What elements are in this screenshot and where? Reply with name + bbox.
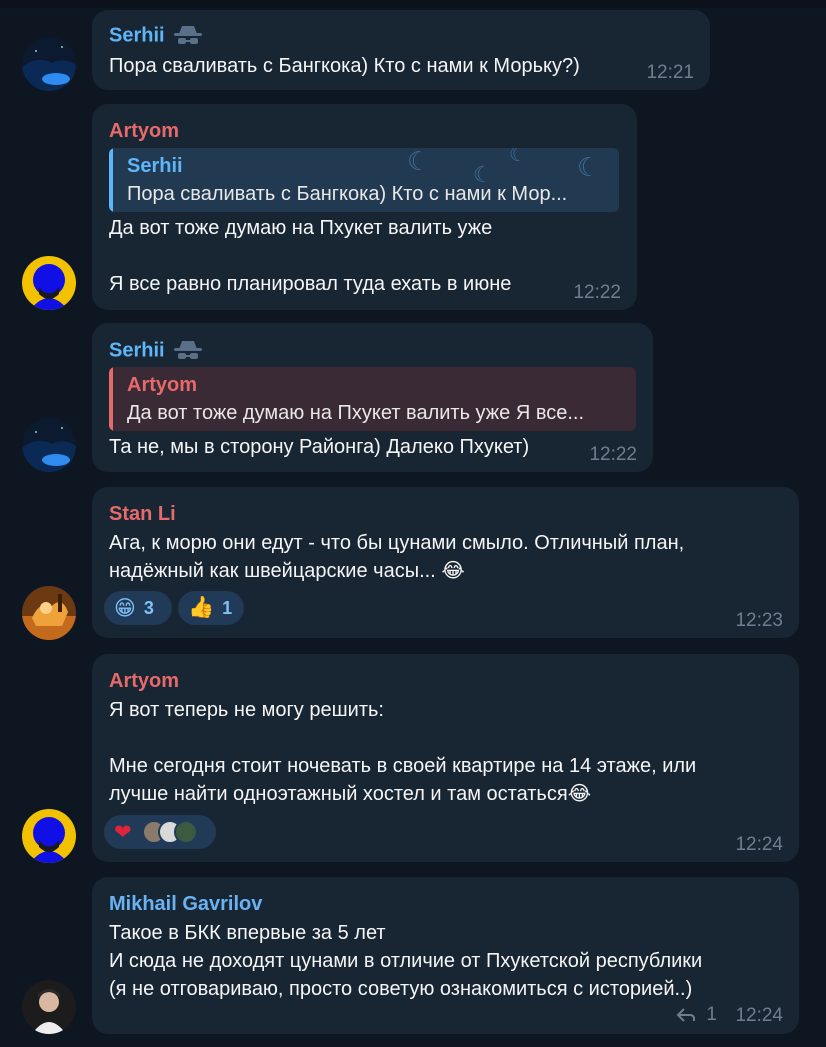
reply-quote[interactable]: ☾ ☾ ☾ ☾ Serhii Пора сваливать с Бангкока… bbox=[109, 148, 619, 212]
avatar-serhii[interactable] bbox=[22, 418, 76, 472]
reply-arrow-icon bbox=[677, 1008, 696, 1022]
message-time: 12:23 bbox=[735, 610, 783, 631]
reply-text: Да вот тоже думаю на Пхукет валить уже Я… bbox=[127, 402, 585, 424]
reply-bar bbox=[109, 367, 113, 431]
replies-count: 1 bbox=[706, 1004, 717, 1025]
avatar-artyom[interactable] bbox=[22, 256, 76, 310]
message-bubble[interactable]: Serhii Пора сваливать с Бангкока) Кто с … bbox=[92, 10, 710, 90]
sender-label[interactable]: Serhii bbox=[109, 339, 165, 361]
sender-name[interactable]: Stan Li bbox=[109, 503, 176, 526]
message-time: 12:21 bbox=[646, 62, 694, 83]
spy-emoji-icon bbox=[173, 26, 202, 44]
avatar-serhii[interactable] bbox=[22, 37, 76, 91]
reaction-count: 1 bbox=[222, 597, 233, 618]
message-text: Такое в БКК впервые за 5 лет bbox=[109, 922, 386, 944]
grinning-face-icon: 😁 bbox=[114, 596, 136, 620]
message-text: надёжный как швейцарские часы... 😂 bbox=[109, 557, 465, 585]
avatar-stan-li[interactable] bbox=[22, 586, 76, 640]
reaction-heart[interactable]: ❤ bbox=[104, 815, 216, 849]
reply-name: Artyom bbox=[127, 374, 198, 396]
message-bubble[interactable]: Mikhail Gavrilov Такое в БКК впервые за … bbox=[92, 877, 799, 1034]
reaction-count: 3 bbox=[143, 597, 154, 618]
message-text: Ага, к морю они едут - что бы цунами смы… bbox=[109, 532, 685, 554]
reply-bar bbox=[109, 148, 113, 212]
moon-pattern-icon: ☾ bbox=[509, 148, 527, 166]
reply-name: Serhii bbox=[127, 155, 183, 177]
sender-name[interactable]: Mikhail Gavrilov bbox=[109, 893, 262, 916]
message-text: (я не отговариваю, просто советую ознако… bbox=[109, 978, 693, 1000]
reactor-avatar bbox=[173, 820, 198, 844]
thumbs-up-icon: 👍 bbox=[188, 596, 215, 619]
replies-indicator[interactable]: 1 bbox=[676, 1004, 717, 1026]
laughing-emoji-icon: 😂 bbox=[567, 783, 592, 805]
reply-quote[interactable]: Artyom Да вот тоже думаю на Пхукет валит… bbox=[109, 367, 636, 431]
moon-pattern-icon: ☾ bbox=[473, 162, 493, 187]
message-text-fragment: надёжный как швейцарские часы... bbox=[109, 560, 436, 582]
message-text: Мне сегодня стоит ночевать в своей кварт… bbox=[109, 755, 697, 777]
message-time: 12:24 bbox=[735, 1005, 783, 1026]
spy-emoji-icon bbox=[173, 341, 202, 359]
avatar-artyom[interactable] bbox=[22, 809, 76, 863]
message-text-fragment: лучше найти одноэтажный хостел и там ост… bbox=[109, 783, 568, 805]
message-bubble[interactable]: Artyom ☾ ☾ ☾ ☾ Serhii Пора сваливать с Б… bbox=[92, 104, 637, 310]
sender-name[interactable]: Serhii bbox=[109, 339, 205, 363]
message-time: 12:22 bbox=[573, 282, 621, 303]
moon-pattern-icon: ☾ bbox=[407, 148, 431, 176]
avatar-mikhail-gavrilov[interactable] bbox=[22, 980, 76, 1034]
message-text: Я вот теперь не могу решить: bbox=[109, 699, 384, 721]
reply-text: Пора сваливать с Бангкока) Кто с нами к … bbox=[127, 183, 568, 205]
moon-pattern-icon: ☾ bbox=[577, 152, 601, 182]
laughing-emoji-icon: 😂 bbox=[441, 560, 465, 582]
reaction-thumbs-up[interactable]: 👍 1 bbox=[178, 591, 244, 625]
message-text: лучше найти одноэтажный хостел и там ост… bbox=[109, 780, 591, 808]
message-text: Я все равно планировал туда ехать в июне bbox=[109, 273, 512, 295]
message-bubble[interactable]: Serhii Artyom Да вот тоже думаю на Пхуке… bbox=[92, 323, 653, 472]
sender-label[interactable]: Serhii bbox=[109, 24, 165, 46]
sender-name[interactable]: Serhii bbox=[109, 24, 205, 48]
sender-name[interactable]: Artyom bbox=[109, 670, 179, 693]
heart-icon: ❤ bbox=[114, 820, 132, 844]
message-bubble[interactable]: Stan Li Ага, к морю они едут - что бы цу… bbox=[92, 487, 799, 638]
message-text: Да вот тоже думаю на Пхукет валить уже bbox=[109, 217, 493, 239]
message-time: 12:22 bbox=[589, 444, 637, 465]
message-time: 12:24 bbox=[735, 834, 783, 855]
message-text: Пора сваливать с Бангкока) Кто с нами к … bbox=[109, 55, 580, 77]
top-edge bbox=[0, 0, 826, 8]
sender-name[interactable]: Artyom bbox=[109, 120, 179, 143]
reaction-grinning[interactable]: 😁 3 bbox=[104, 591, 172, 625]
message-text: И сюда не доходят цунами в отличие от Пх… bbox=[109, 950, 703, 972]
message-text: Та не, мы в сторону Районга) Далеко Пхук… bbox=[109, 436, 530, 458]
message-bubble[interactable]: Artyom Я вот теперь не могу решить: Мне … bbox=[92, 654, 799, 862]
